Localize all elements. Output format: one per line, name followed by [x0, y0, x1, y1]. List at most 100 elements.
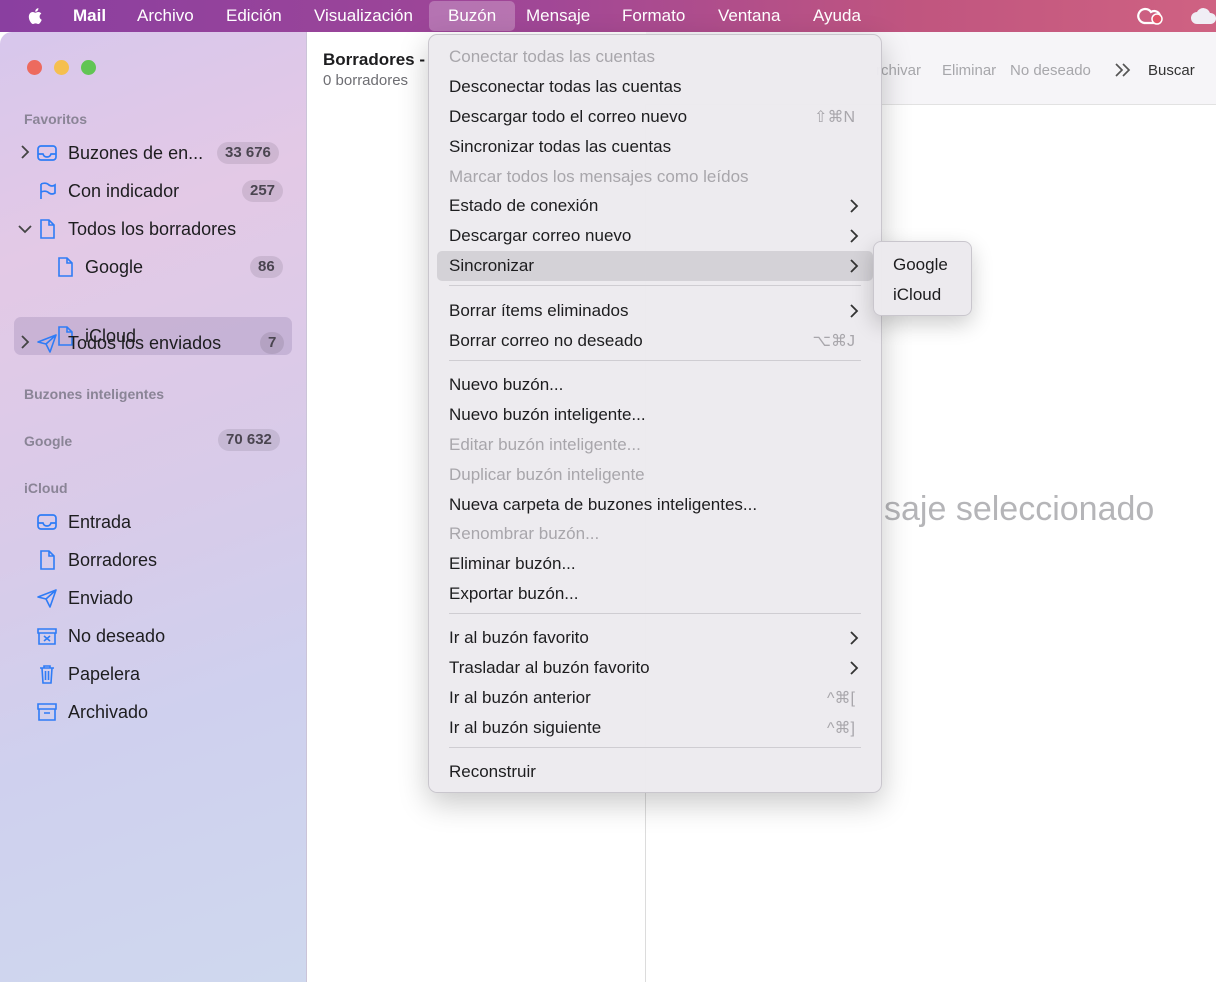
delete-button[interactable]: Eliminar: [942, 62, 996, 79]
menu-item-6[interactable]: Descargar correo nuevo: [437, 221, 873, 251]
sidebar-item-no-deseado[interactable]: No deseado: [14, 618, 292, 654]
count-badge: 7: [260, 332, 285, 354]
chevron-down-icon[interactable]: [18, 224, 32, 234]
menu-edicion[interactable]: Edición: [217, 0, 291, 32]
submenu-arrow-icon: [850, 304, 859, 318]
menu-item-label: Trasladar al buzón favorito: [449, 658, 650, 677]
sidebar-item-todos-borradores[interactable]: Todos los borradores: [14, 211, 292, 247]
count-badge: 257: [242, 180, 284, 202]
sidebar: Favoritos Buzones de en... 33 676 Con in…: [0, 32, 307, 982]
chevron-right-icon[interactable]: [20, 145, 30, 159]
menu-item-14[interactable]: Nueva carpeta de buzones inteligentes...: [437, 490, 873, 520]
menu-item-3[interactable]: Sincronizar todas las cuentas: [437, 132, 873, 162]
menu-separator: [449, 613, 861, 614]
creative-cloud-icon[interactable]: [1136, 5, 1166, 27]
sidebar-item-entrada[interactable]: Entrada: [14, 504, 292, 540]
menu-formato[interactable]: Formato: [613, 0, 694, 32]
menu-buzon[interactable]: Buzón: [429, 1, 516, 31]
menu-archivo[interactable]: Archivo: [128, 0, 203, 32]
inbox-icon: [37, 145, 57, 161]
menu-item-label: Nueva carpeta de buzones inteligentes...: [449, 495, 758, 514]
section-buzones-inteligentes[interactable]: Buzones inteligentes: [24, 386, 164, 402]
sidebar-item-label: Borradores: [68, 550, 158, 570]
submenu-arrow-icon: [850, 229, 859, 243]
menu-item-label: Descargar correo nuevo: [449, 226, 632, 245]
no-message-selected-text: saje seleccionado: [884, 490, 1155, 528]
menu-item-10[interactable]: Nuevo buzón...: [437, 370, 873, 400]
menu-separator: [449, 747, 861, 748]
sidebar-item-label: Enviado: [68, 588, 134, 608]
sidebar-item-con-indicador[interactable]: Con indicador 257: [14, 173, 292, 209]
menu-visualizacion[interactable]: Visualización: [305, 0, 422, 32]
menu-item-17[interactable]: Exportar buzón...: [437, 579, 873, 609]
unread-count-badge: 33 676: [217, 142, 279, 164]
menu-item-2[interactable]: Descargar todo el correo nuevo ⇧⌘N: [437, 102, 873, 132]
junk-button[interactable]: No deseado: [1010, 62, 1091, 79]
flag-icon: [40, 182, 56, 199]
menu-item-8[interactable]: Borrar ítems eliminados: [437, 296, 873, 326]
search-button[interactable]: Buscar: [1148, 62, 1195, 79]
sidebar-item-borradores[interactable]: Borradores: [14, 542, 292, 578]
trash-icon: [40, 665, 54, 684]
paperplane-icon: [37, 334, 57, 353]
menu-item-label: Editar buzón inteligente...: [449, 435, 641, 454]
menu-item-9[interactable]: Borrar correo no deseado ⌥⌘J: [437, 326, 873, 356]
menu-mensaje[interactable]: Mensaje: [517, 0, 599, 32]
submenu-item-icloud[interactable]: iCloud: [893, 285, 941, 305]
more-chevrons-icon[interactable]: [1114, 62, 1132, 78]
menu-item-label: Descargar todo el correo nuevo: [449, 107, 688, 126]
menu-item-7[interactable]: Sincronizar: [437, 251, 873, 281]
keyboard-shortcut: ^⌘]: [827, 720, 855, 737]
menu-item-11[interactable]: Nuevo buzón inteligente...: [437, 400, 873, 430]
apple-icon[interactable]: [26, 6, 46, 26]
sidebar-item-google-borradores[interactable]: Google 86: [14, 249, 292, 285]
menu-item-label: Estado de conexión: [449, 196, 599, 215]
archive-button[interactable]: rchivar: [876, 62, 921, 79]
menu-item-label: Reconstruir: [449, 762, 536, 781]
sidebar-item-label: No deseado: [68, 626, 166, 646]
inbox-icon: [37, 514, 57, 530]
menu-ayuda[interactable]: Ayuda: [804, 0, 870, 32]
archive-icon: [37, 703, 57, 721]
menu-item-16[interactable]: Eliminar buzón...: [437, 549, 873, 579]
submenu-arrow-icon: [850, 661, 859, 675]
window-minimize-button[interactable]: [54, 60, 69, 75]
submenu-item-google[interactable]: Google: [893, 255, 948, 275]
menu-item-label: Renombrar buzón...: [449, 524, 600, 543]
menu-ventana[interactable]: Ventana: [709, 0, 789, 32]
menu-item-20[interactable]: Ir al buzón anterior ^⌘[: [437, 683, 873, 713]
paperplane-icon: [37, 589, 57, 608]
menu-item-5[interactable]: Estado de conexión: [437, 191, 873, 221]
sidebar-item-todos-enviados[interactable]: Todos los enviados 7: [14, 325, 292, 361]
window-zoom-button[interactable]: [81, 60, 96, 75]
sidebar-item-buzones-entrada[interactable]: Buzones de en... 33 676: [14, 135, 292, 171]
document-icon: [58, 257, 73, 277]
sidebar-item-label: Papelera: [68, 664, 141, 684]
menu-item-21[interactable]: Ir al buzón siguiente ^⌘]: [437, 713, 873, 743]
menu-item-12: Editar buzón inteligente...: [437, 430, 873, 460]
sidebar-item-archivado[interactable]: Archivado: [14, 694, 292, 730]
sidebar-item-papelera[interactable]: Papelera: [14, 656, 292, 692]
section-google[interactable]: Google: [24, 433, 72, 449]
count-badge: 86: [250, 256, 283, 278]
menu-item-label: Duplicar buzón inteligente: [449, 465, 645, 484]
sidebar-item-enviado[interactable]: Enviado: [14, 580, 292, 616]
sidebar-item-label: Todos los enviados: [68, 333, 222, 353]
menu-item-label: Ir al buzón anterior: [449, 688, 591, 707]
menu-app-mail[interactable]: Mail: [64, 0, 115, 32]
icloud-icon[interactable]: [1190, 7, 1216, 25]
junk-icon: [37, 628, 57, 645]
menu-item-label: Borrar correo no deseado: [449, 331, 643, 350]
sidebar-item-label: Entrada: [68, 512, 132, 532]
sidebar-item-label: Con indicador: [68, 181, 180, 201]
submenu-arrow-icon: [850, 259, 859, 273]
chevron-right-icon[interactable]: [20, 335, 30, 349]
menu-item-22[interactable]: Reconstruir: [437, 757, 873, 787]
menu-item-18[interactable]: Ir al buzón favorito: [437, 623, 873, 653]
menu-item-19[interactable]: Trasladar al buzón favorito: [437, 653, 873, 683]
menu-separator: [449, 360, 861, 361]
menu-bar: Mail Archivo Edición Visualización Buzón…: [0, 0, 1216, 32]
menu-item-1[interactable]: Desconectar todas las cuentas: [437, 72, 873, 102]
section-icloud[interactable]: iCloud: [24, 480, 68, 496]
window-close-button[interactable]: [27, 60, 42, 75]
